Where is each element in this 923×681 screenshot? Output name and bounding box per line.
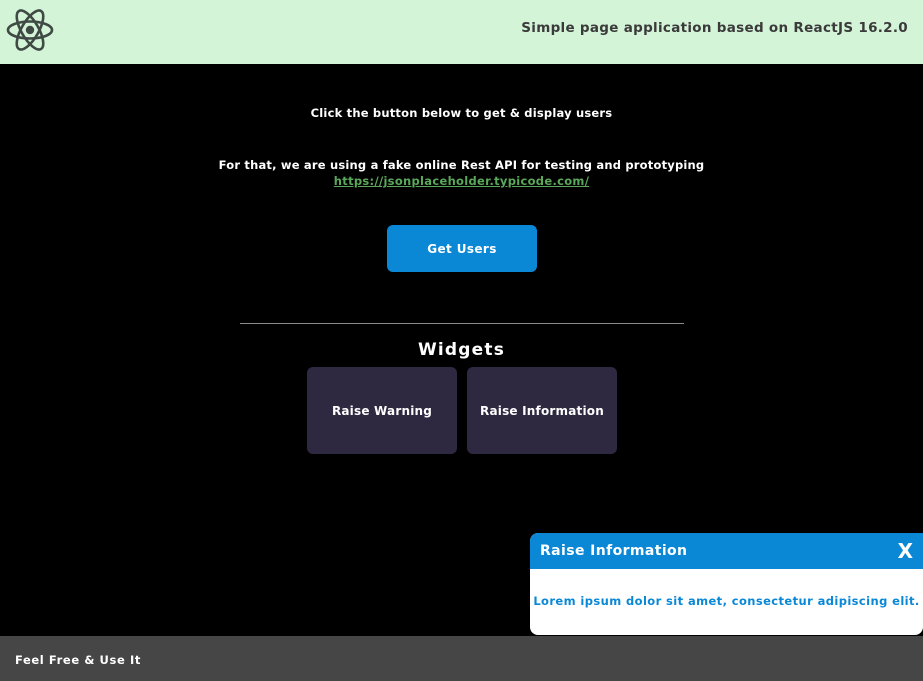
- header: Simple page application based on ReactJS…: [0, 0, 923, 64]
- notification-title: Raise Information: [540, 543, 688, 559]
- page: Simple page application based on ReactJS…: [0, 0, 923, 681]
- notification-header: Raise Information X: [530, 533, 923, 569]
- api-description: For that, we are using a fake online Res…: [218, 158, 705, 172]
- close-icon[interactable]: X: [898, 539, 913, 563]
- intro-text: Click the button below to get & display …: [310, 106, 613, 120]
- get-users-button[interactable]: Get Users: [387, 225, 537, 272]
- notification-popup: Raise Information X Lorem ipsum dolor si…: [530, 533, 923, 635]
- notification-message: Lorem ipsum dolor sit amet, consectetur …: [533, 594, 920, 608]
- footer: Feel Free & Use It: [0, 636, 923, 681]
- widgets-heading: Widgets: [417, 340, 506, 360]
- api-link[interactable]: https://jsonplaceholder.typicode.com/: [0, 174, 923, 188]
- divider: [240, 323, 684, 324]
- raise-information-button[interactable]: Raise Information: [467, 367, 617, 454]
- app-title: Simple page application based on ReactJS…: [521, 20, 908, 36]
- footer-text: Feel Free & Use It: [15, 653, 141, 667]
- react-atom-icon[interactable]: [6, 8, 54, 52]
- raise-warning-button[interactable]: Raise Warning: [307, 367, 457, 454]
